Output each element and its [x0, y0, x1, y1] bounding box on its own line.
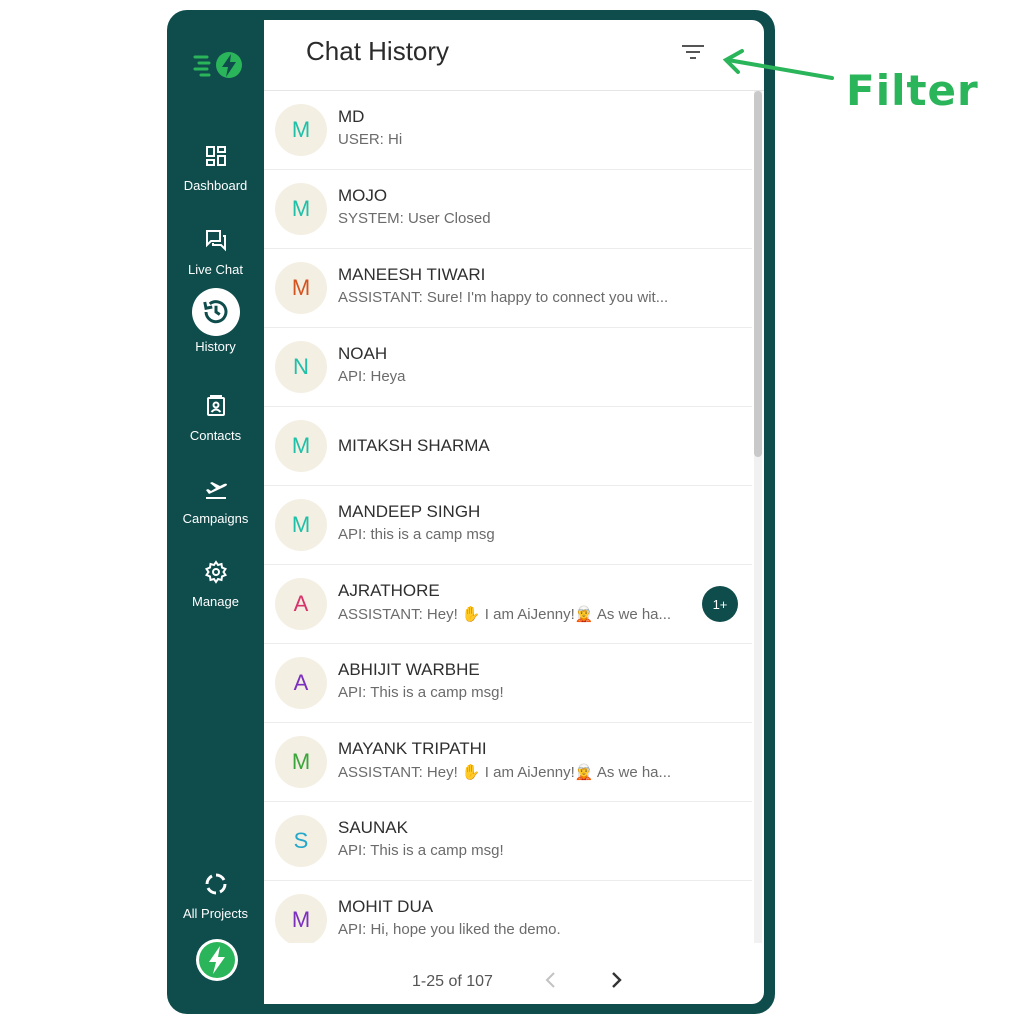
- contact-name: MANDEEP SINGH: [338, 502, 481, 521]
- last-message-preview: API: Heya: [338, 368, 406, 385]
- chat-list-item[interactable]: S SAUNAK API: This is a camp msg!: [264, 802, 752, 881]
- last-message-preview: ASSISTANT: Hey! ✋ I am AiJenny!🧝 As we h…: [338, 764, 672, 781]
- last-message-preview: API: Hi, hope you liked the demo.: [338, 921, 561, 938]
- contact-name: MD: [338, 107, 365, 126]
- chat-list-item[interactable]: M MANDEEP SINGH API: this is a camp msg: [264, 486, 752, 565]
- filter-annotation: Filter: [720, 48, 980, 118]
- chat-history-panel: Chat History M MD USER: Hi M MOJO SYSTEM: Use…: [264, 20, 764, 1004]
- scrollbar-thumb[interactable]: [754, 91, 762, 457]
- chevron-right-icon: [609, 971, 623, 994]
- contact-name: MAYANK TRIPATHI: [338, 739, 487, 758]
- contact-name: AJRATHORE: [338, 581, 440, 600]
- scrollbar[interactable]: [754, 91, 762, 943]
- last-message-preview: ASSISTANT: Sure! I'm happy to connect yo…: [338, 289, 669, 306]
- sidebar-item-history[interactable]: History: [167, 288, 264, 358]
- sidebar-item-contacts[interactable]: Contacts: [167, 382, 264, 452]
- chat-list-item[interactable]: A ABHIJIT WARBHE API: This is a camp msg!: [264, 644, 752, 723]
- last-message-preview: ASSISTANT: Hey! ✋ I am AiJenny!🧝 As we h…: [338, 606, 672, 623]
- sidebar-item-all-projects[interactable]: All Projects: [167, 860, 264, 930]
- avatar: M: [275, 894, 327, 943]
- avatar: M: [275, 104, 327, 156]
- sidebar-item-dashboard[interactable]: Dashboard: [167, 132, 264, 202]
- panel-header: Chat History: [264, 20, 764, 91]
- avatar: M: [275, 499, 327, 551]
- contact-name: SAUNAK: [338, 818, 408, 837]
- sidebar-item-manage[interactable]: Manage: [167, 548, 264, 618]
- last-message-preview: API: this is a camp msg: [338, 526, 495, 543]
- sidebar-item-campaigns[interactable]: Campaigns: [167, 465, 264, 535]
- sidebar: Dashboard Live Chat History Contacts Cam…: [167, 10, 264, 1014]
- dashboard-icon: [192, 132, 240, 180]
- avatar: A: [275, 657, 327, 709]
- contact-name: ABHIJIT WARBHE: [338, 660, 480, 679]
- avatar: M: [275, 262, 327, 314]
- avatar: M: [275, 183, 327, 235]
- avatar: S: [275, 815, 327, 867]
- contact-name: NOAH: [338, 344, 388, 363]
- avatar: M: [275, 736, 327, 788]
- contact-name: MOJO: [338, 186, 388, 205]
- last-message-preview: API: This is a camp msg!: [338, 842, 504, 859]
- contact-name: MOHIT DUA: [338, 897, 434, 916]
- avatar: N: [275, 341, 327, 393]
- pagination-range: 1-25 of 107: [412, 973, 493, 990]
- contact-name: MITAKSH SHARMA: [338, 436, 490, 455]
- bolt-logo-icon[interactable]: [193, 50, 247, 80]
- unread-badge: 1+: [702, 586, 738, 622]
- pagination: 1-25 of 107: [264, 944, 764, 1004]
- last-message-preview: SYSTEM: User Closed: [338, 210, 491, 227]
- sidebar-item-label: Manage: [192, 594, 239, 609]
- last-message-preview: API: This is a camp msg!: [338, 684, 504, 701]
- plane-takeoff-icon: [192, 465, 240, 513]
- chat-list-item[interactable]: N NOAH API: Heya: [264, 328, 752, 407]
- chat-list-item[interactable]: M MITAKSH SHARMA: [264, 407, 752, 486]
- chat-icon: [192, 216, 240, 264]
- chat-list-item[interactable]: M MAYANK TRIPATHI ASSISTANT: Hey! ✋ I am A…: [264, 723, 752, 802]
- chat-list-item[interactable]: M MD USER: Hi: [264, 91, 752, 170]
- filter-button[interactable]: [678, 40, 708, 68]
- last-message-preview: USER: Hi: [338, 131, 403, 148]
- avatar: M: [275, 420, 327, 472]
- arrow-left-icon: [720, 48, 840, 97]
- bolt-avatar-icon[interactable]: [195, 938, 239, 982]
- chat-list-item[interactable]: M MANEESH TIWARI ASSISTANT: Sure! I'm happ…: [264, 249, 752, 328]
- annotation-label: Filter: [846, 66, 979, 115]
- chat-list-item[interactable]: M MOJO SYSTEM: User Closed: [264, 170, 752, 249]
- sidebar-item-label: History: [195, 339, 236, 354]
- previous-page-button[interactable]: [539, 970, 563, 994]
- sidebar-item-live-chat[interactable]: Live Chat: [167, 216, 264, 286]
- next-page-button[interactable]: [604, 970, 628, 994]
- sidebar-item-label: Contacts: [189, 428, 242, 443]
- chat-list-item[interactable]: M MOHIT DUA API: Hi, hope you liked the de…: [264, 881, 752, 943]
- sidebar-item-label: Dashboard: [183, 178, 248, 193]
- chat-list: M MD USER: Hi M MOJO SYSTEM: User Closed M MANE…: [264, 91, 752, 943]
- contact-name: MANEESH TIWARI: [338, 265, 486, 284]
- history-icon: [191, 288, 240, 336]
- chevron-left-icon: [544, 971, 558, 994]
- sidebar-item-label: All Projects: [182, 906, 249, 921]
- page-title: Chat History: [306, 36, 450, 66]
- contact-card-icon: [192, 382, 240, 430]
- gear-icon: [192, 548, 240, 596]
- circle-segments-icon: [192, 860, 240, 908]
- sidebar-item-label: Live Chat: [188, 262, 243, 277]
- chat-list-item[interactable]: A AJRATHORE ASSISTANT: Hey! ✋ I am AiJenny…: [264, 565, 752, 644]
- avatar: A: [275, 578, 327, 630]
- filter-icon: [680, 42, 706, 67]
- sidebar-item-label: Campaigns: [182, 511, 249, 526]
